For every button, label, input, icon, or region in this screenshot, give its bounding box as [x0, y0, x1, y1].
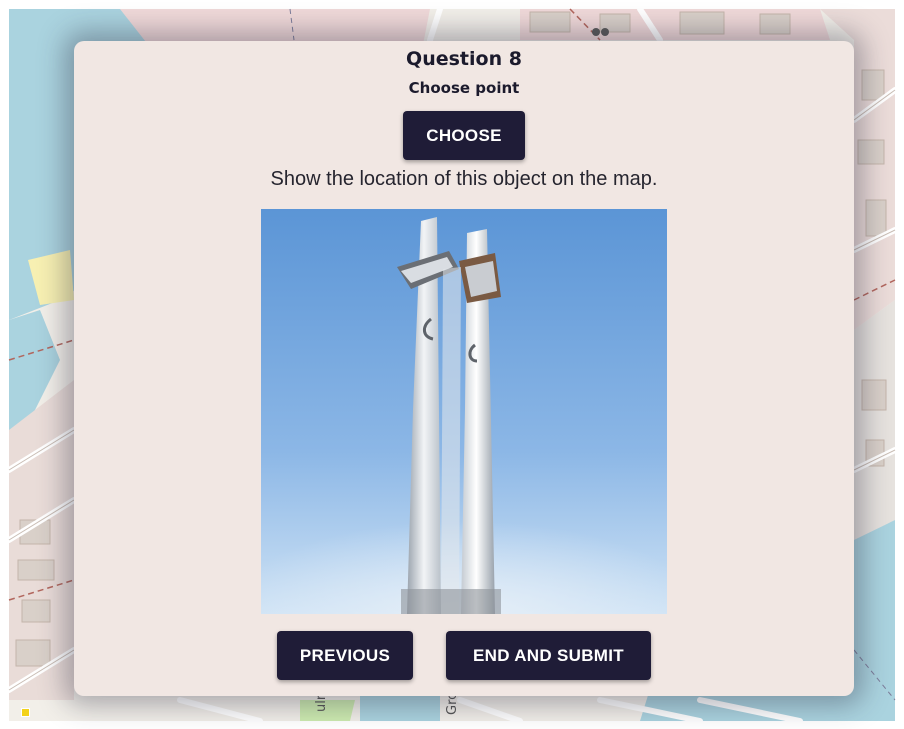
object-photo	[261, 209, 667, 614]
question-type: Choose point	[408, 79, 520, 97]
end-and-submit-button[interactable]: END AND SUBMIT	[446, 631, 651, 680]
question-instruction: Show the location of this object on the …	[270, 168, 658, 190]
question-title: Question 8	[406, 48, 522, 70]
location-marker[interactable]	[21, 708, 30, 717]
previous-button[interactable]: PREVIOUS	[277, 631, 413, 680]
question-dialog: Question 8 Choose point CHOOSE Show the …	[74, 41, 854, 696]
choose-button[interactable]: CHOOSE	[403, 111, 525, 160]
